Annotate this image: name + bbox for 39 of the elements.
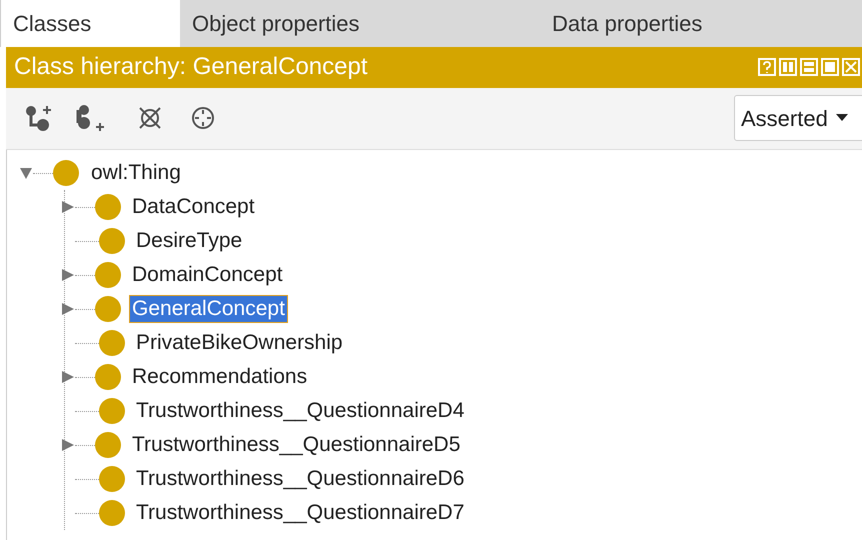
- class-icon: [95, 262, 121, 288]
- add-subclass-icon[interactable]: [24, 103, 54, 134]
- class-icon: [99, 500, 125, 526]
- class-label[interactable]: owl:Thing: [89, 160, 183, 186]
- class-label[interactable]: DesireType: [134, 228, 244, 254]
- class-label[interactable]: Trustworthiness__QuestionnaireD6: [134, 466, 466, 492]
- expand-triangle-icon[interactable]: [61, 200, 75, 214]
- class-icon: [95, 432, 121, 458]
- maximize-icon[interactable]: [821, 58, 839, 76]
- class-label[interactable]: DomainConcept: [130, 262, 285, 288]
- close-icon[interactable]: [842, 58, 860, 76]
- class-icon: [99, 466, 125, 492]
- mode-dropdown[interactable]: Asserted: [734, 95, 862, 142]
- expand-triangle-icon[interactable]: [61, 370, 75, 384]
- class-icon: [95, 194, 121, 220]
- class-icon: [95, 296, 121, 322]
- expand-triangle-icon[interactable]: [61, 268, 75, 282]
- class-icon: [95, 364, 121, 390]
- target-icon[interactable]: [190, 105, 216, 132]
- expand-triangle-icon[interactable]: [61, 302, 75, 316]
- split-horizontal-icon[interactable]: [800, 58, 818, 76]
- tab[interactable]: Classes: [0, 0, 180, 47]
- class-label[interactable]: GeneralConcept: [130, 296, 287, 322]
- class-icon: [99, 228, 125, 254]
- class-label[interactable]: Trustworthiness__QuestionnaireD4: [134, 398, 466, 424]
- class-label[interactable]: PrivateBikeOwnership: [134, 330, 345, 356]
- class-icon: [53, 160, 79, 186]
- class-icon: [99, 398, 125, 424]
- class-label[interactable]: DataConcept: [130, 194, 257, 220]
- class-label[interactable]: Trustworthiness__QuestionnaireD7: [134, 500, 466, 526]
- expand-triangle-icon[interactable]: [61, 438, 75, 452]
- collapse-triangle-icon[interactable]: [19, 166, 33, 180]
- class-icon: [99, 330, 125, 356]
- class-label[interactable]: Trustworthiness__QuestionnaireD5: [130, 432, 462, 458]
- class-label[interactable]: Recommendations: [130, 364, 310, 390]
- help-icon[interactable]: [758, 58, 776, 76]
- caret-icon: [836, 114, 848, 122]
- split-vertical-icon[interactable]: [779, 58, 797, 76]
- view-title: Class hierarchy: GeneralConcept: [14, 52, 368, 82]
